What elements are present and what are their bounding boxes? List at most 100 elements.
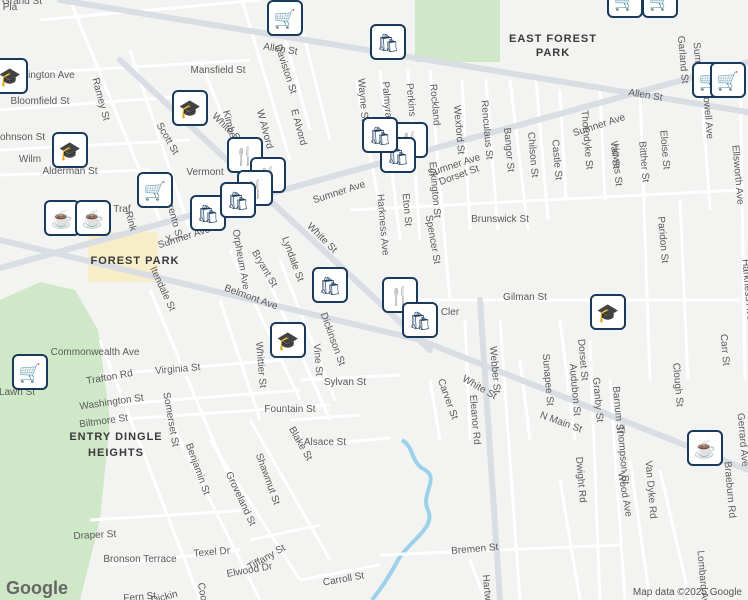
street-label: Ellsworth Ave bbox=[729, 144, 745, 205]
street-label: Vine St bbox=[311, 343, 325, 376]
street-label: Groveland St bbox=[223, 470, 258, 528]
shopping-cart-icon[interactable]: 🛒 bbox=[607, 0, 643, 18]
street-label: Coop bbox=[195, 582, 210, 600]
street-label: Spencer St bbox=[423, 214, 442, 265]
area-label: PARK bbox=[536, 47, 570, 59]
shopping-bag-icon[interactable]: 🛍 bbox=[362, 117, 398, 153]
area-label: FOREST PARK bbox=[90, 255, 179, 267]
svg-text:☕: ☕ bbox=[694, 438, 716, 459]
svg-text:🎓: 🎓 bbox=[277, 331, 299, 351]
street-label: Vail St bbox=[608, 140, 621, 169]
street-label: Mansfield St bbox=[190, 65, 245, 76]
street-label: Eton St bbox=[400, 193, 414, 227]
svg-text:🛒: 🛒 bbox=[649, 0, 671, 11]
street-label: Carver St bbox=[435, 377, 460, 421]
street-label: Pla bbox=[3, 2, 18, 13]
street-label: Bronson Terrace bbox=[103, 554, 177, 565]
school-icon[interactable]: 🎓 bbox=[0, 58, 28, 94]
street-label: Castle St bbox=[549, 139, 564, 181]
street-label: Texel Dr bbox=[193, 545, 231, 559]
street-label: Granby St bbox=[590, 377, 605, 423]
street-label: Fountain St bbox=[264, 404, 315, 415]
street-label: Rink bbox=[123, 210, 139, 233]
school-icon[interactable]: 🎓 bbox=[52, 132, 88, 168]
street-label: Lyndale St bbox=[279, 235, 305, 283]
school-icon[interactable]: 🎓 bbox=[270, 322, 306, 358]
street-label: Clough St bbox=[670, 362, 685, 407]
street-label: Washington St bbox=[79, 393, 145, 413]
svg-text:☕: ☕ bbox=[82, 208, 104, 229]
street-label: Wayne St bbox=[355, 78, 370, 122]
school-icon[interactable]: 🎓 bbox=[590, 294, 626, 330]
street-label: Sylvan St bbox=[324, 377, 366, 388]
cafe-icon[interactable]: ☕ bbox=[687, 430, 723, 466]
cafe-icon[interactable]: ☕ bbox=[44, 200, 80, 236]
shopping-bag-icon[interactable]: 🛍 bbox=[402, 302, 438, 338]
map-canvas[interactable]: Grand St Allen St Allen St Sumner Ave Sumner… bbox=[0, 0, 748, 600]
street-label: Gilman St bbox=[503, 292, 547, 303]
street-label: Alsace St bbox=[304, 437, 346, 448]
svg-text:🎓: 🎓 bbox=[59, 141, 81, 161]
street-label: Dwight Rd bbox=[573, 456, 588, 503]
svg-text:🛍: 🛍 bbox=[369, 126, 392, 146]
map-attribution: Map data ©2025 Google bbox=[633, 587, 743, 598]
street-label: White St bbox=[305, 221, 340, 256]
street-label: Eleanor Rd bbox=[467, 394, 482, 445]
street-label: Harkness Ave bbox=[739, 259, 748, 322]
street-label: E Alvord bbox=[288, 108, 308, 147]
street-label: Commonwealth Ave bbox=[51, 347, 140, 358]
street-label: Wexford St bbox=[451, 105, 466, 155]
street-label: Wilm bbox=[19, 154, 41, 165]
school-icon[interactable]: 🎓 bbox=[172, 90, 208, 126]
street-label: Chilson St bbox=[525, 132, 540, 179]
svg-text:🛍: 🛍 bbox=[409, 311, 432, 331]
street-label: Bryant St bbox=[249, 248, 279, 289]
svg-text:🛍: 🛍 bbox=[197, 204, 220, 224]
street-label: Somerset St bbox=[160, 392, 180, 448]
street-label: Itendale St bbox=[147, 265, 177, 313]
shopping-cart-icon[interactable]: 🛒 bbox=[710, 62, 746, 98]
area-label: HEIGHTS bbox=[88, 447, 144, 459]
shopping-bag-icon[interactable]: 🛍 bbox=[370, 24, 406, 60]
shopping-cart-icon[interactable]: 🛒 bbox=[642, 0, 678, 18]
street-label: Ramey St bbox=[89, 77, 111, 122]
street-label: Scott St bbox=[154, 121, 181, 157]
shopping-cart-icon[interactable]: 🛒 bbox=[267, 0, 303, 36]
street-label: Cler bbox=[441, 307, 460, 318]
street-label: Sunapee St bbox=[540, 353, 556, 406]
street-label: Benjamin St bbox=[183, 442, 212, 497]
street-label: Hartwick St bbox=[480, 574, 495, 600]
street-label: Shawmut St bbox=[253, 452, 282, 507]
google-logo: Google bbox=[6, 578, 68, 598]
svg-text:🎓: 🎓 bbox=[597, 303, 619, 323]
street-label: Eloise St bbox=[657, 130, 671, 170]
street-label: Brunswick St bbox=[471, 214, 529, 225]
shopping-bag-icon[interactable]: 🛍 bbox=[312, 267, 348, 303]
area-label: ENTRY DINGLE bbox=[69, 431, 162, 443]
street-label: Draper St bbox=[73, 529, 117, 542]
street-label: Van Dyke Rd bbox=[642, 460, 658, 519]
street-label: Braeburn Rd bbox=[722, 461, 738, 518]
street-label: Bitther St bbox=[636, 141, 651, 183]
street-label: Paridon St bbox=[655, 216, 670, 264]
street-label: Vermont bbox=[186, 167, 223, 178]
svg-text:🛒: 🛒 bbox=[614, 0, 636, 11]
svg-text:🛒: 🛒 bbox=[144, 180, 166, 201]
street-label: Wood Ave bbox=[615, 471, 634, 518]
shopping-cart-icon[interactable]: 🛒 bbox=[137, 172, 173, 208]
street-label: Trafton Rd bbox=[86, 368, 134, 387]
street-label: Whittier St bbox=[253, 341, 268, 388]
svg-text:☕: ☕ bbox=[51, 208, 73, 229]
shopping-bag-icon[interactable]: 🛍 bbox=[220, 182, 256, 218]
shopping-cart-icon[interactable]: 🛒 bbox=[12, 354, 48, 390]
street-label: Bloomfield St bbox=[11, 96, 70, 107]
cafe-icon[interactable]: ☕ bbox=[75, 200, 111, 236]
street-label: Perkins bbox=[404, 83, 418, 117]
street-label: Allen St bbox=[628, 87, 664, 103]
shopping-bag-icon[interactable]: 🛍 bbox=[190, 195, 226, 231]
svg-text:🛒: 🛒 bbox=[274, 8, 296, 29]
street-label: Bangor St bbox=[501, 127, 516, 172]
svg-text:🛍: 🛍 bbox=[319, 276, 342, 296]
street-label: Garland St bbox=[675, 35, 690, 84]
svg-text:🛍: 🛍 bbox=[377, 33, 400, 53]
